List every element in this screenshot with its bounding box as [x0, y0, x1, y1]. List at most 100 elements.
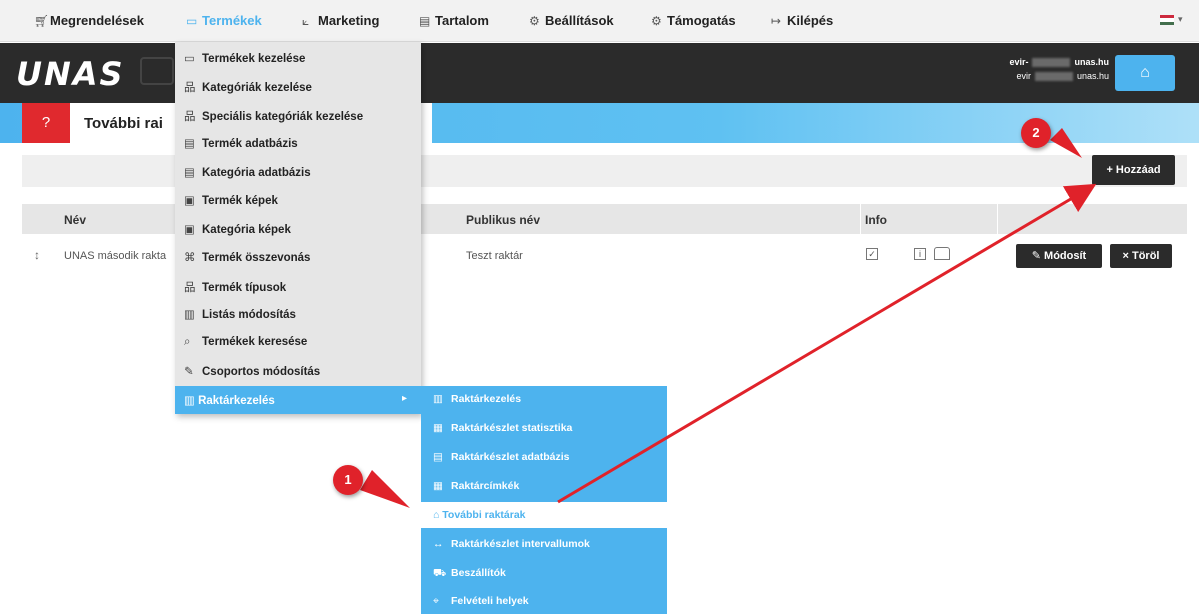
- dropdown-item[interactable]: ✎ Csoportos módosítás: [184, 364, 320, 378]
- dropdown-item-label: Termék képek: [202, 195, 278, 207]
- submenu-item[interactable]: ⌖ Felvételi helyek: [433, 595, 529, 608]
- chart-icon: ⟀: [302, 14, 310, 28]
- column-info[interactable]: Info: [865, 213, 887, 227]
- dropdown-item[interactable]: ▣ Termék képek: [184, 193, 278, 207]
- pencil-icon: ✎: [1031, 250, 1045, 262]
- page-title: További rai: [84, 115, 163, 132]
- menu-item-icon: ▥: [184, 309, 195, 321]
- submenu-item[interactable]: ⛟ Beszállítók: [433, 567, 506, 581]
- menu-item-icon: ▤: [184, 167, 195, 179]
- column-name[interactable]: Név: [64, 213, 86, 227]
- menu-settings[interactable]: ⚙ Beállítások: [529, 13, 614, 28]
- annotation-pointer-1: [360, 470, 410, 508]
- dropdown-item-label: Kategória adatbázis: [202, 167, 311, 179]
- gear-icon: ⚙: [529, 14, 540, 28]
- menu-item-icon: ⌕: [184, 336, 191, 348]
- chevron-down-icon[interactable]: ▾: [1178, 14, 1183, 25]
- chevron-right-icon: ▸: [401, 393, 407, 404]
- bag-icon: ⌂: [1140, 64, 1150, 81]
- dropdown-item-label: Speciális kategóriák kezelése: [202, 111, 364, 123]
- divider: [997, 204, 998, 234]
- submenu-item[interactable]: ▤ Raktárkészlet adatbázis: [433, 451, 569, 463]
- info-icon: i: [914, 248, 926, 260]
- checkbox-icon: ✓: [866, 248, 878, 260]
- submenu-item-label: Raktárkészlet adatbázis: [451, 451, 570, 463]
- cart-icon: 🛒︎: [34, 14, 50, 28]
- logout-icon: ↦: [771, 14, 782, 28]
- menu-item-icon: 品: [184, 111, 196, 123]
- warehouse-icon: ▥: [184, 395, 199, 407]
- menu-support[interactable]: ⚙ Támogatás: [651, 13, 736, 28]
- dropdown-item[interactable]: ▤ Termék adatbázis: [184, 136, 298, 150]
- submenu-item-icon: ▦: [433, 480, 443, 492]
- shop-bag-button[interactable]: ⌂: [1115, 55, 1175, 91]
- submenu-item-icon: ⌖: [433, 595, 439, 607]
- submenu-item-icon: ⛟: [433, 567, 447, 579]
- menu-item-icon: ⌘: [184, 252, 196, 264]
- submenu-item[interactable]: ↔ Raktárkészlet intervallumok: [433, 538, 590, 550]
- dropdown-item[interactable]: ⌘ Termék összevonás: [184, 250, 310, 264]
- dropdown-item-label: Kategóriák kezelése: [202, 82, 312, 94]
- menu-item-icon: ▣: [184, 195, 195, 207]
- submenu-item-icon: ↔: [433, 538, 444, 550]
- menu-logout[interactable]: ↦ Kilépés: [771, 13, 833, 28]
- submenu-item-label: Felvételi helyek: [451, 595, 529, 607]
- dropdown-item[interactable]: ▭ Termékek kezelése: [184, 51, 305, 65]
- document-icon: ▤: [419, 14, 431, 28]
- add-button[interactable]: + Hozzáad: [1092, 155, 1175, 185]
- top-menu-bar: 🛒︎Megrendelések ▭ Termékek ⟀ Marketing ▤ Ta…: [0, 0, 1199, 42]
- help-icon[interactable]: ?: [22, 103, 70, 143]
- menu-item-icon: 品: [184, 282, 196, 294]
- dropdown-item[interactable]: ▥ Listás módosítás: [184, 307, 296, 321]
- dropdown-item-label: Kategória képek: [202, 224, 291, 236]
- submenu-item-label: Raktárcímkék: [451, 480, 520, 492]
- edit-button[interactable]: ✎ Módosít: [1016, 244, 1102, 268]
- row-public-name: Teszt raktár: [466, 250, 523, 262]
- logo: UNAS: [16, 55, 125, 93]
- account-line-1: evir-unas.hu: [1009, 57, 1109, 68]
- submenu-item-label: Raktárkezelés: [451, 393, 522, 405]
- submenu-item[interactable]: ▥ Raktárkezelés: [433, 393, 521, 405]
- annotation-badge-2: 2: [1021, 118, 1051, 148]
- menu-marketing[interactable]: ⟀ Marketing: [302, 13, 379, 29]
- language-flag-icon[interactable]: [1160, 15, 1174, 25]
- dropdown-item-label: Listás módosítás: [202, 309, 296, 321]
- drag-handle-icon[interactable]: ↕: [34, 248, 40, 262]
- submenu-item-icon: ▤: [433, 451, 443, 463]
- account-line-2: evir unas.hu: [1016, 71, 1109, 82]
- column-public-name[interactable]: Publikus név: [466, 213, 540, 227]
- submenu-item-icon: ▥: [433, 393, 443, 405]
- dropdown-item-warehouse-management[interactable]: ▥ Raktárkezelés ▸: [175, 386, 421, 414]
- dropdown-item[interactable]: ⌕ Termékek keresése: [184, 336, 307, 349]
- submenu-item-label: Beszállítók: [451, 567, 506, 579]
- dropdown-item[interactable]: 品 Speciális kategóriák kezelése: [184, 108, 363, 124]
- divider: [860, 204, 861, 234]
- submenu-item-label: Raktárkészlet intervallumok: [451, 538, 590, 550]
- warehouse-icon: [934, 247, 950, 260]
- row-name: UNAS második rakta: [64, 250, 167, 262]
- menu-item-icon: ✎: [184, 366, 194, 378]
- annotation-badge-1: 1: [333, 465, 363, 495]
- menu-item-icon: ▣: [184, 224, 195, 236]
- delete-button[interactable]: × Töröl: [1110, 244, 1172, 268]
- dropdown-item[interactable]: 品 Termék típusok: [184, 279, 286, 295]
- submenu-item-icon: ▦: [433, 422, 443, 434]
- menu-item-icon: ▤: [184, 138, 195, 150]
- dropdown-item[interactable]: ▣ Kategória képek: [184, 222, 291, 236]
- warehouse-icon: ⌂: [433, 509, 443, 521]
- menu-content[interactable]: ▤ Tartalom: [419, 13, 489, 28]
- menu-item-icon: 品: [184, 82, 196, 94]
- submenu-item[interactable]: ▦ Raktárcímkék: [433, 480, 519, 492]
- menu-orders[interactable]: 🛒︎Megrendelések: [34, 13, 144, 28]
- dropdown-item-label: Termékek kezelése: [202, 53, 306, 65]
- dropdown-item[interactable]: ▤ Kategória adatbázis: [184, 165, 311, 179]
- submenu-item[interactable]: ▦ Raktárkészlet statisztika: [433, 422, 572, 434]
- dropdown-item-label: Termék adatbázis: [202, 138, 298, 150]
- submenu-item-label: Raktárkészlet statisztika: [451, 422, 573, 434]
- products-icon: ▭: [186, 14, 198, 28]
- dropdown-item[interactable]: 品 Kategóriák kezelése: [184, 79, 312, 95]
- submenu-item-additional-warehouses[interactable]: ⌂ További raktárak: [421, 502, 667, 528]
- menu-products[interactable]: ▭ Termékek: [186, 13, 262, 28]
- menu-item-icon: ▭: [184, 53, 195, 65]
- dropdown-item-label: Csoportos módosítás: [202, 366, 321, 378]
